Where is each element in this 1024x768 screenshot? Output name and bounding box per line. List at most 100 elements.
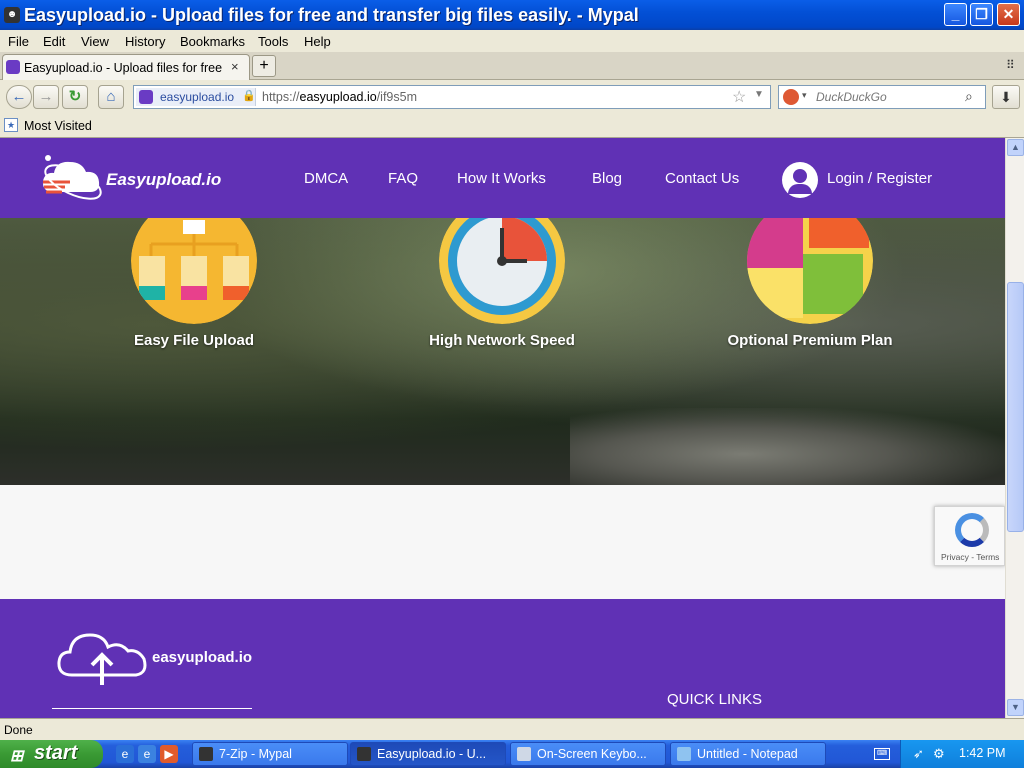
tab-list-icon[interactable]: ⠿ bbox=[1006, 58, 1015, 72]
features-hero-section: Easy File Upload High Network Speed Opti… bbox=[0, 218, 1005, 485]
start-button[interactable]: ⊞ start bbox=[0, 740, 103, 768]
easyupload-favicon-icon bbox=[139, 90, 153, 104]
bookmark-star-icon[interactable]: ☆ bbox=[732, 87, 746, 107]
url-host: easyupload.io bbox=[299, 90, 377, 104]
footer-divider bbox=[52, 708, 252, 709]
windows-taskbar: ⊞ start e e ▶ 7-Zip - Mypal Easyupload.i… bbox=[0, 740, 1024, 768]
ie-quicklaunch-icon[interactable]: e bbox=[138, 745, 156, 763]
quick-links-heading: QUICK LINKS bbox=[667, 691, 763, 708]
start-label: start bbox=[34, 742, 78, 764]
page-content: Easyupload.io DMCA FAQ How It Works Blog… bbox=[0, 138, 1005, 718]
file-tree-icon bbox=[131, 218, 257, 324]
url-scheme: https:// bbox=[262, 90, 300, 104]
clock-icon bbox=[439, 218, 565, 324]
tab-close-icon[interactable]: × bbox=[231, 59, 239, 74]
search-icon[interactable]: ⌕ bbox=[965, 88, 973, 105]
url-text[interactable]: https://easyupload.io/if9s5m bbox=[262, 90, 417, 104]
scroll-up-arrow-icon[interactable]: ▲ bbox=[1007, 139, 1024, 156]
site-logo-text[interactable]: Easyupload.io bbox=[106, 170, 221, 190]
rocks-background bbox=[570, 408, 1005, 485]
lock-icon: 🔒 bbox=[242, 90, 256, 102]
scroll-down-arrow-icon[interactable]: ▼ bbox=[1007, 699, 1024, 716]
back-button[interactable]: ← bbox=[6, 85, 32, 109]
site-identity-box[interactable]: easyupload.io 🔒 bbox=[136, 88, 256, 106]
avatar-body bbox=[788, 184, 812, 194]
url-path: /if9s5m bbox=[376, 90, 417, 104]
status-bar: Done bbox=[0, 718, 1024, 740]
home-button[interactable]: ⌂ bbox=[98, 85, 124, 109]
puzzle-icon bbox=[747, 218, 873, 324]
search-bar[interactable]: ▾ DuckDuckGo ⌕ bbox=[778, 85, 986, 109]
url-dropdown-icon[interactable]: ▼ bbox=[754, 89, 764, 100]
recaptcha-terms[interactable]: Privacy - Terms bbox=[941, 552, 999, 562]
url-bar[interactable]: easyupload.io 🔒 https://easyupload.io/if… bbox=[133, 85, 771, 109]
task-7zip-mypal[interactable]: 7-Zip - Mypal bbox=[192, 742, 348, 766]
search-placeholder: DuckDuckGo bbox=[816, 90, 887, 104]
footer-logo-text: easyupload.io bbox=[152, 649, 253, 666]
nav-link-faq[interactable]: FAQ bbox=[388, 170, 418, 187]
feature-optional-premium-plan: Optional Premium Plan bbox=[727, 332, 893, 349]
scrollbar-thumb[interactable] bbox=[1007, 282, 1024, 532]
menu-tools[interactable]: Tools bbox=[258, 34, 288, 49]
most-visited-icon: ★ bbox=[4, 118, 18, 132]
window-title: Easyupload.io - Upload files for free an… bbox=[24, 5, 639, 25]
window-title-bar[interactable]: ☻ Easyupload.io - Upload files for free … bbox=[0, 0, 1024, 30]
mypal-task-icon bbox=[357, 747, 371, 761]
cloud-upload-icon bbox=[57, 633, 147, 685]
menu-bookmarks[interactable]: Bookmarks bbox=[180, 34, 245, 49]
recaptcha-badge[interactable]: Privacy - Terms bbox=[934, 506, 1005, 566]
menu-help[interactable]: Help bbox=[304, 34, 331, 49]
new-tab-button[interactable]: + bbox=[252, 55, 276, 77]
feature-high-network-speed: High Network Speed bbox=[429, 332, 575, 349]
menu-history[interactable]: History bbox=[125, 34, 165, 49]
nav-link-how-it-works[interactable]: How It Works bbox=[457, 170, 546, 187]
task-label: Easyupload.io - U... bbox=[377, 747, 487, 761]
forward-button[interactable]: → bbox=[33, 85, 59, 109]
login-register-link[interactable]: Login / Register bbox=[827, 170, 932, 187]
maximize-button[interactable]: ❐ bbox=[970, 3, 993, 26]
media-player-icon[interactable]: ▶ bbox=[160, 745, 178, 763]
identity-domain: easyupload.io bbox=[160, 90, 235, 104]
keyboard-language-icon[interactable]: ⌨ bbox=[874, 748, 890, 760]
minimize-button[interactable]: _ bbox=[944, 3, 967, 26]
menu-view[interactable]: View bbox=[81, 34, 109, 49]
rocket-tray-icon[interactable]: ➶ bbox=[913, 746, 924, 762]
task-on-screen-keyboard[interactable]: On-Screen Keybo... bbox=[510, 742, 666, 766]
task-label: Untitled - Notepad bbox=[697, 747, 798, 761]
windows-flag-icon: ⊞ bbox=[10, 748, 24, 765]
task-label: 7-Zip - Mypal bbox=[219, 747, 292, 761]
nav-link-blog[interactable]: Blog bbox=[592, 170, 622, 187]
duckduckgo-icon[interactable] bbox=[783, 89, 799, 105]
task-notepad[interactable]: Untitled - Notepad bbox=[670, 742, 826, 766]
mypal-task-icon bbox=[199, 747, 213, 761]
avatar-head bbox=[793, 169, 807, 183]
tab-label: Easyupload.io - Upload files for free ..… bbox=[24, 61, 224, 75]
nav-link-contact-us[interactable]: Contact Us bbox=[665, 170, 739, 187]
status-text: Done bbox=[4, 723, 33, 737]
easyupload-logo-icon[interactable] bbox=[40, 152, 106, 206]
recaptcha-icon bbox=[955, 513, 989, 547]
keyboard-task-icon bbox=[517, 747, 531, 761]
task-label: On-Screen Keybo... bbox=[537, 747, 647, 761]
network-tray-icon[interactable]: ⚙ bbox=[933, 746, 945, 762]
site-header: Easyupload.io DMCA FAQ How It Works Blog… bbox=[0, 138, 1005, 218]
reload-button[interactable]: ↻ bbox=[62, 85, 88, 109]
site-footer: easyupload.io QUICK LINKS bbox=[0, 599, 1005, 718]
mypal-app-icon[interactable]: ☻ bbox=[4, 7, 20, 23]
bookmark-most-visited[interactable]: Most Visited bbox=[24, 119, 92, 133]
vertical-scrollbar[interactable]: ▲ ▼ bbox=[1005, 138, 1024, 718]
tab-bar: Easyupload.io - Upload files for free ..… bbox=[0, 52, 1024, 80]
nav-link-dmca[interactable]: DMCA bbox=[304, 170, 348, 187]
tab-easyupload[interactable]: Easyupload.io - Upload files for free ..… bbox=[2, 54, 250, 80]
menu-file[interactable]: File bbox=[8, 34, 29, 49]
close-button[interactable]: ✕ bbox=[997, 3, 1020, 26]
task-easyupload-mypal[interactable]: Easyupload.io - U... bbox=[350, 742, 506, 766]
search-engine-dropdown-icon[interactable]: ▾ bbox=[802, 90, 807, 101]
menu-edit[interactable]: Edit bbox=[43, 34, 65, 49]
internet-explorer-icon[interactable]: e bbox=[116, 745, 134, 763]
feature-easy-file-upload: Easy File Upload bbox=[133, 332, 255, 349]
downloads-button[interactable]: ⬇ bbox=[992, 85, 1020, 109]
clock[interactable]: 1:42 PM bbox=[959, 746, 1006, 760]
easyupload-favicon-icon bbox=[6, 60, 20, 74]
user-avatar-icon[interactable] bbox=[782, 162, 818, 198]
